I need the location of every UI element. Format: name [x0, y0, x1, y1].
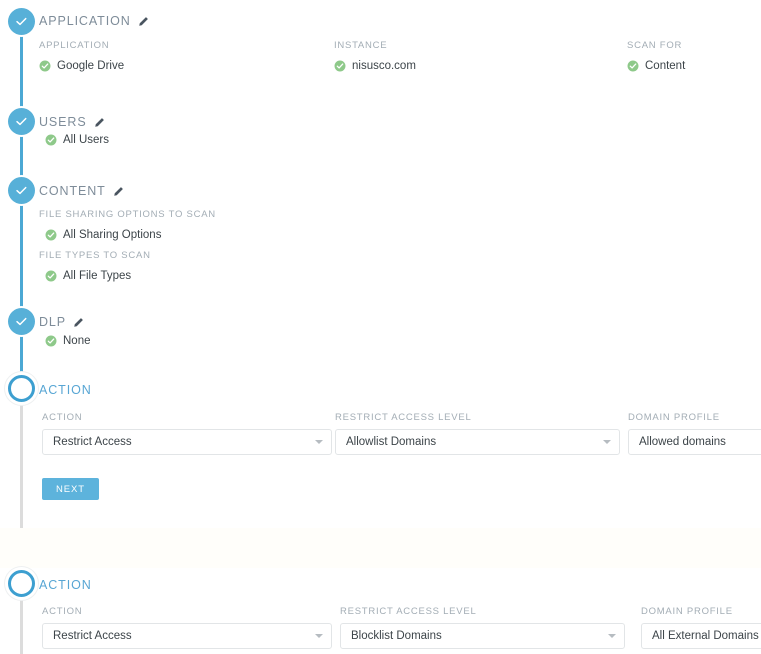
check-icon — [16, 317, 27, 326]
pencil-icon[interactable] — [113, 186, 124, 197]
field-label: INSTANCE — [334, 40, 388, 51]
field-value: Content — [645, 60, 686, 72]
restrict-access-level-select-1[interactable]: Allowlist Domains — [335, 429, 620, 455]
input-label: DOMAIN PROFILE — [628, 412, 720, 423]
field-value-row: All Sharing Options — [45, 229, 216, 241]
action-select-1[interactable]: Restrict Access — [42, 429, 332, 455]
green-check-icon — [45, 270, 57, 282]
next-button[interactable]: NEXT — [42, 478, 99, 500]
timeline-rail-inactive-1 — [20, 398, 23, 528]
step-title-text: ACTION — [39, 383, 92, 397]
chevron-down-icon — [608, 634, 616, 638]
step-node-dlp[interactable] — [8, 308, 35, 335]
chevron-down-icon — [315, 634, 323, 638]
step-node-action-1[interactable] — [8, 375, 35, 402]
action-select-2[interactable]: Restrict Access — [42, 623, 332, 649]
input-label: RESTRICT ACCESS LEVEL — [340, 606, 477, 617]
step-node-action-2[interactable] — [8, 570, 35, 597]
field-application-application: APPLICATION Google Drive — [39, 40, 124, 72]
select-value: Allowed domains — [639, 436, 726, 448]
field-dlp-value: None — [45, 335, 91, 347]
check-icon — [16, 186, 27, 195]
step-section-application: APPLICATION — [39, 14, 149, 28]
step-section-dlp: DLP — [39, 315, 84, 329]
green-check-icon — [627, 60, 639, 72]
green-check-icon — [45, 335, 57, 347]
input-label: ACTION — [42, 412, 83, 423]
step-title-content: CONTENT — [39, 184, 124, 198]
chevron-down-icon — [315, 440, 323, 444]
check-icon — [16, 17, 27, 26]
field-label: SCAN FOR — [627, 40, 683, 51]
green-check-icon — [39, 60, 51, 72]
field-label: APPLICATION — [39, 40, 110, 51]
field-application-scan-for: SCAN FOR Content — [627, 40, 685, 72]
step-title-text: USERS — [39, 115, 87, 129]
field-value-row: nisusco.com — [334, 60, 416, 72]
step-node-users[interactable] — [8, 108, 35, 135]
step-section-users: USERS — [39, 115, 105, 129]
field-value-row: All File Types — [45, 270, 151, 282]
field-value: All Users — [63, 134, 110, 146]
action-field-domain-profile-2: DOMAIN PROFILE All External Domains — [641, 606, 761, 649]
field-users-all: All Users — [45, 134, 109, 146]
field-application-instance: INSTANCE nisusco.com — [334, 40, 416, 72]
action-field-action-2: ACTION Restrict Access — [42, 606, 332, 649]
domain-profile-select-1[interactable]: Allowed domains — [628, 429, 761, 455]
step-title-text: ACTION — [39, 578, 92, 592]
step-title-action-1: ACTION — [39, 383, 92, 397]
field-value: Google Drive — [57, 60, 125, 72]
domain-profile-select-2[interactable]: All External Domains — [641, 623, 761, 649]
input-label: RESTRICT ACCESS LEVEL — [335, 412, 472, 423]
step-title-application: APPLICATION — [39, 14, 149, 28]
field-value: None — [63, 335, 91, 347]
step-title-text: DLP — [39, 315, 67, 329]
green-check-icon — [45, 229, 57, 241]
timeline-rail-inactive-3 — [20, 600, 23, 654]
select-value: All External Domains — [652, 630, 759, 642]
select-value: Restrict Access — [53, 436, 132, 448]
green-check-icon — [45, 134, 57, 146]
step-section-content: CONTENT — [39, 184, 124, 198]
pencil-icon[interactable] — [73, 317, 84, 328]
action-field-action-1: ACTION Restrict Access — [42, 412, 332, 455]
check-icon — [16, 117, 27, 126]
step-title-action-2: ACTION — [39, 578, 92, 592]
field-value-row: All Users — [45, 134, 109, 146]
field-value: All Sharing Options — [63, 229, 162, 241]
field-value-row: Google Drive — [39, 60, 124, 72]
action-field-restrict-level-1: RESTRICT ACCESS LEVEL Allowlist Domains — [335, 412, 620, 455]
restrict-access-level-select-2[interactable]: Blocklist Domains — [340, 623, 625, 649]
green-check-icon — [334, 60, 346, 72]
input-label: DOMAIN PROFILE — [641, 606, 733, 617]
section-separator-band — [0, 528, 761, 568]
select-value: Blocklist Domains — [351, 630, 442, 642]
field-label: FILE SHARING OPTIONS TO SCAN — [39, 209, 216, 220]
step-title-dlp: DLP — [39, 315, 84, 329]
action-field-restrict-level-2: RESTRICT ACCESS LEVEL Blocklist Domains — [340, 606, 625, 649]
chevron-down-icon — [603, 440, 611, 444]
step-title-text: APPLICATION — [39, 14, 131, 28]
field-value: All File Types — [63, 270, 132, 282]
step-section-action-2: ACTION — [39, 578, 92, 592]
field-content-file-types: FILE TYPES TO SCAN All File Types — [39, 250, 151, 282]
pencil-icon[interactable] — [138, 16, 149, 27]
field-value-row: Content — [627, 60, 685, 72]
select-value: Restrict Access — [53, 630, 132, 642]
input-label: ACTION — [42, 606, 83, 617]
select-value: Allowlist Domains — [346, 436, 437, 448]
step-section-action-1: ACTION — [39, 383, 92, 397]
step-node-content[interactable] — [8, 177, 35, 204]
step-node-application[interactable] — [8, 8, 35, 35]
policy-wizard-page: APPLICATION APPLICATION Google Drive INS… — [0, 0, 761, 654]
timeline-rail-active — [20, 30, 23, 390]
field-label: FILE TYPES TO SCAN — [39, 250, 151, 261]
field-value-row: None — [45, 335, 91, 347]
step-title-users: USERS — [39, 115, 105, 129]
step-title-text: CONTENT — [39, 184, 106, 198]
field-value: nisusco.com — [352, 60, 416, 72]
pencil-icon[interactable] — [94, 117, 105, 128]
field-content-sharing-options: FILE SHARING OPTIONS TO SCAN All Sharing… — [39, 209, 216, 241]
action-field-domain-profile-1: DOMAIN PROFILE Allowed domains — [628, 412, 761, 455]
